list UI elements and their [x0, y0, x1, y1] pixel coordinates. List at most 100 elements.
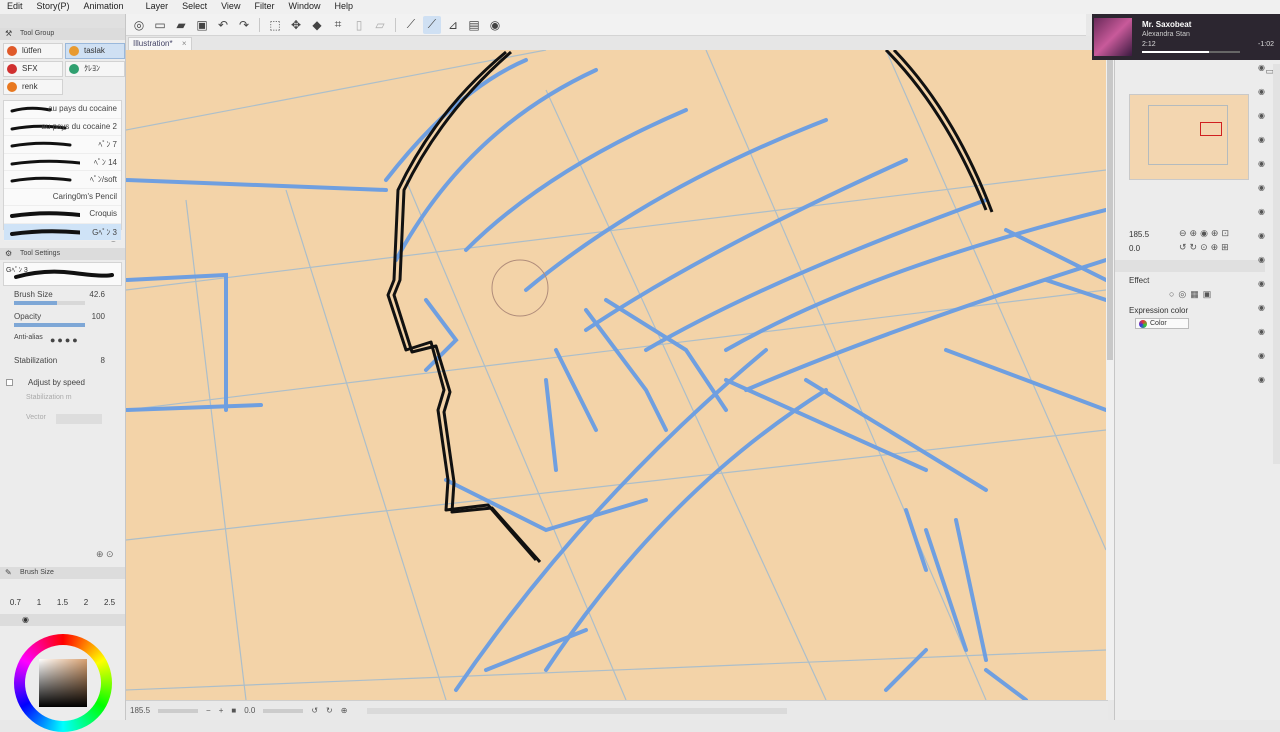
save-icon[interactable]: ▣	[193, 16, 211, 34]
rotation-slider[interactable]	[263, 708, 304, 713]
sketch-artwork[interactable]	[126, 50, 1106, 700]
stabilization-setting[interactable]: Stabilization 8	[0, 354, 125, 376]
ruler-snap-icon[interactable]: ⟋	[402, 16, 420, 34]
close-icon[interactable]: ×	[182, 38, 187, 50]
layer-scroll[interactable]	[1273, 64, 1280, 464]
new-file-icon[interactable]: ▭	[151, 16, 169, 34]
zoom-value[interactable]: 185.5	[130, 706, 150, 715]
fill-icon[interactable]: ◆	[308, 16, 326, 34]
horizontal-scrollbar[interactable]	[367, 707, 788, 714]
color-wheel[interactable]	[14, 634, 112, 732]
open-folder-icon[interactable]: ▰	[172, 16, 190, 34]
reset-rotation-icon[interactable]: ⊕	[341, 706, 348, 715]
eye-icon[interactable]: ◉	[1258, 136, 1268, 144]
eye-icon[interactable]: ◉	[1258, 256, 1268, 264]
rotation-value[interactable]: 0.0	[244, 706, 255, 715]
eye-icon[interactable]: ◉	[1258, 88, 1268, 96]
menu-filter[interactable]: Filter	[247, 0, 281, 14]
drawing-canvas[interactable]	[126, 50, 1106, 700]
track-progress[interactable]	[1142, 51, 1240, 53]
eye-icon[interactable]: ◉	[1258, 208, 1268, 216]
tool-group-4[interactable]: renk	[3, 79, 63, 95]
brush-item[interactable]: ﾍﾟﾝ 14	[4, 154, 121, 171]
tool-group-2[interactable]: SFX	[3, 61, 63, 77]
menu-select[interactable]: Select	[175, 0, 214, 14]
crop-icon[interactable]: ⌗	[329, 16, 347, 34]
clear-icon[interactable]: ▯	[350, 16, 368, 34]
vector-setting[interactable]: Vector	[0, 412, 125, 430]
eye-icon[interactable]: ◉	[1258, 328, 1268, 336]
undo-icon[interactable]: ↶	[214, 16, 232, 34]
brush-item[interactable]: Caring0m's Pencil	[4, 189, 121, 206]
stabilization-value[interactable]: 8	[101, 356, 105, 365]
opacity-slider[interactable]	[14, 323, 85, 327]
navigator-controls[interactable]: ⊖⊕◉⊕⊡	[1179, 228, 1232, 239]
brush-size-preset[interactable]: 0.7	[10, 598, 21, 607]
stabilization-mode-setting[interactable]: Stabilization m	[0, 392, 125, 412]
brush-item[interactable]: ﾍﾟﾝ/soft	[4, 171, 121, 189]
vector-options[interactable]	[56, 414, 102, 424]
selection-icon[interactable]: ⬚	[266, 16, 284, 34]
menu-view[interactable]: View	[214, 0, 247, 14]
transform-icon[interactable]: ✥	[287, 16, 305, 34]
saturation-value-square[interactable]	[39, 659, 87, 707]
panel-grip[interactable]	[0, 14, 125, 28]
opacity-value[interactable]: 100	[92, 312, 105, 321]
navigator-viewport[interactable]	[1200, 122, 1222, 136]
canvas-vertical-scrollbar[interactable]	[1106, 50, 1114, 700]
navigator-angle[interactable]: 0.0	[1129, 244, 1140, 253]
cursor-icon[interactable]: ◉	[486, 16, 504, 34]
eye-icon[interactable]: ◉	[1258, 232, 1268, 240]
rotate-left-icon[interactable]: ↺	[311, 706, 318, 715]
grid-snap-icon[interactable]: ⊿	[444, 16, 462, 34]
brush-item[interactable]: Gﾍﾟﾝ 3	[4, 223, 121, 241]
brush-item[interactable]: au pays du cocaine 2	[4, 119, 121, 136]
eye-icon[interactable]: ◉	[1258, 352, 1268, 360]
menu-layer[interactable]: Layer	[139, 0, 176, 14]
eye-icon[interactable]: ◉	[1258, 160, 1268, 168]
eye-icon[interactable]: ◉	[1258, 376, 1268, 384]
media-notification[interactable]: Mr. Saxobeat Alexandra Stan 2:12 -1:02	[1092, 14, 1280, 60]
ruler-icon[interactable]: ▤	[465, 16, 483, 34]
navigator-rotate-controls[interactable]: ↺↻⊙⊕⊞	[1179, 242, 1232, 253]
special-ruler-snap-icon[interactable]: ⟋	[423, 15, 441, 34]
brush-item[interactable]: ﾍﾟﾝ 7	[4, 136, 121, 154]
navigator-zoom[interactable]: 185.5	[1129, 230, 1149, 239]
new-icon[interactable]: ◎	[130, 16, 148, 34]
tool-group-3[interactable]: ｸﾚﾖﾝ	[65, 61, 125, 77]
rotate-right-icon[interactable]: ↻	[326, 706, 333, 715]
brush-size-preset[interactable]: 1.5	[57, 598, 68, 607]
adjust-speed-setting[interactable]: Adjust by speed	[0, 376, 125, 392]
brush-size-preset[interactable]: 1	[37, 598, 41, 607]
effect-icons[interactable]: ○◎▦▣	[1169, 289, 1215, 300]
brush-size-value[interactable]: 42.6	[89, 290, 105, 299]
redo-icon[interactable]: ↷	[235, 16, 253, 34]
eye-icon[interactable]: ◉	[1258, 304, 1268, 312]
settings-footer-icons[interactable]: ⊕ ⊙	[96, 549, 114, 560]
zoom-out-icon[interactable]: −	[206, 706, 211, 715]
adjust-speed-checkbox[interactable]	[6, 379, 13, 386]
eye-icon[interactable]: ◉	[1258, 280, 1268, 288]
expression-color-select[interactable]: Color	[1135, 318, 1189, 329]
property-tabs[interactable]	[1115, 260, 1265, 272]
zoom-slider[interactable]	[158, 708, 199, 713]
antialias-setting[interactable]: Anti-alias ●●●●	[0, 332, 125, 354]
brush-size-preset[interactable]: 2.5	[104, 598, 115, 607]
navigator-thumbnail[interactable]	[1129, 94, 1249, 180]
fill-layer-icon[interactable]: ▱	[371, 16, 389, 34]
brush-size-preset[interactable]: 2	[84, 598, 88, 607]
brush-size-setting[interactable]: Brush Size 42.6	[0, 288, 125, 310]
eye-icon[interactable]: ◉	[1258, 112, 1268, 120]
brush-item[interactable]: Croquis	[4, 206, 121, 224]
tab-illustration[interactable]: Illustration* ×	[128, 37, 192, 50]
brush-item[interactable]: au pays du cocaine	[4, 101, 121, 119]
scrollbar-thumb[interactable]	[1107, 50, 1113, 360]
menu-help[interactable]: Help	[327, 0, 360, 14]
fit-icon[interactable]: ■	[231, 706, 236, 715]
eye-icon[interactable]: ◉	[1258, 184, 1268, 192]
menu-edit[interactable]: Edit	[0, 0, 30, 14]
menu-animation[interactable]: Animation	[77, 0, 131, 14]
zoom-in-icon[interactable]: +	[219, 706, 224, 715]
menu-window[interactable]: Window	[281, 0, 327, 14]
menu-story[interactable]: Story(P)	[30, 0, 77, 14]
